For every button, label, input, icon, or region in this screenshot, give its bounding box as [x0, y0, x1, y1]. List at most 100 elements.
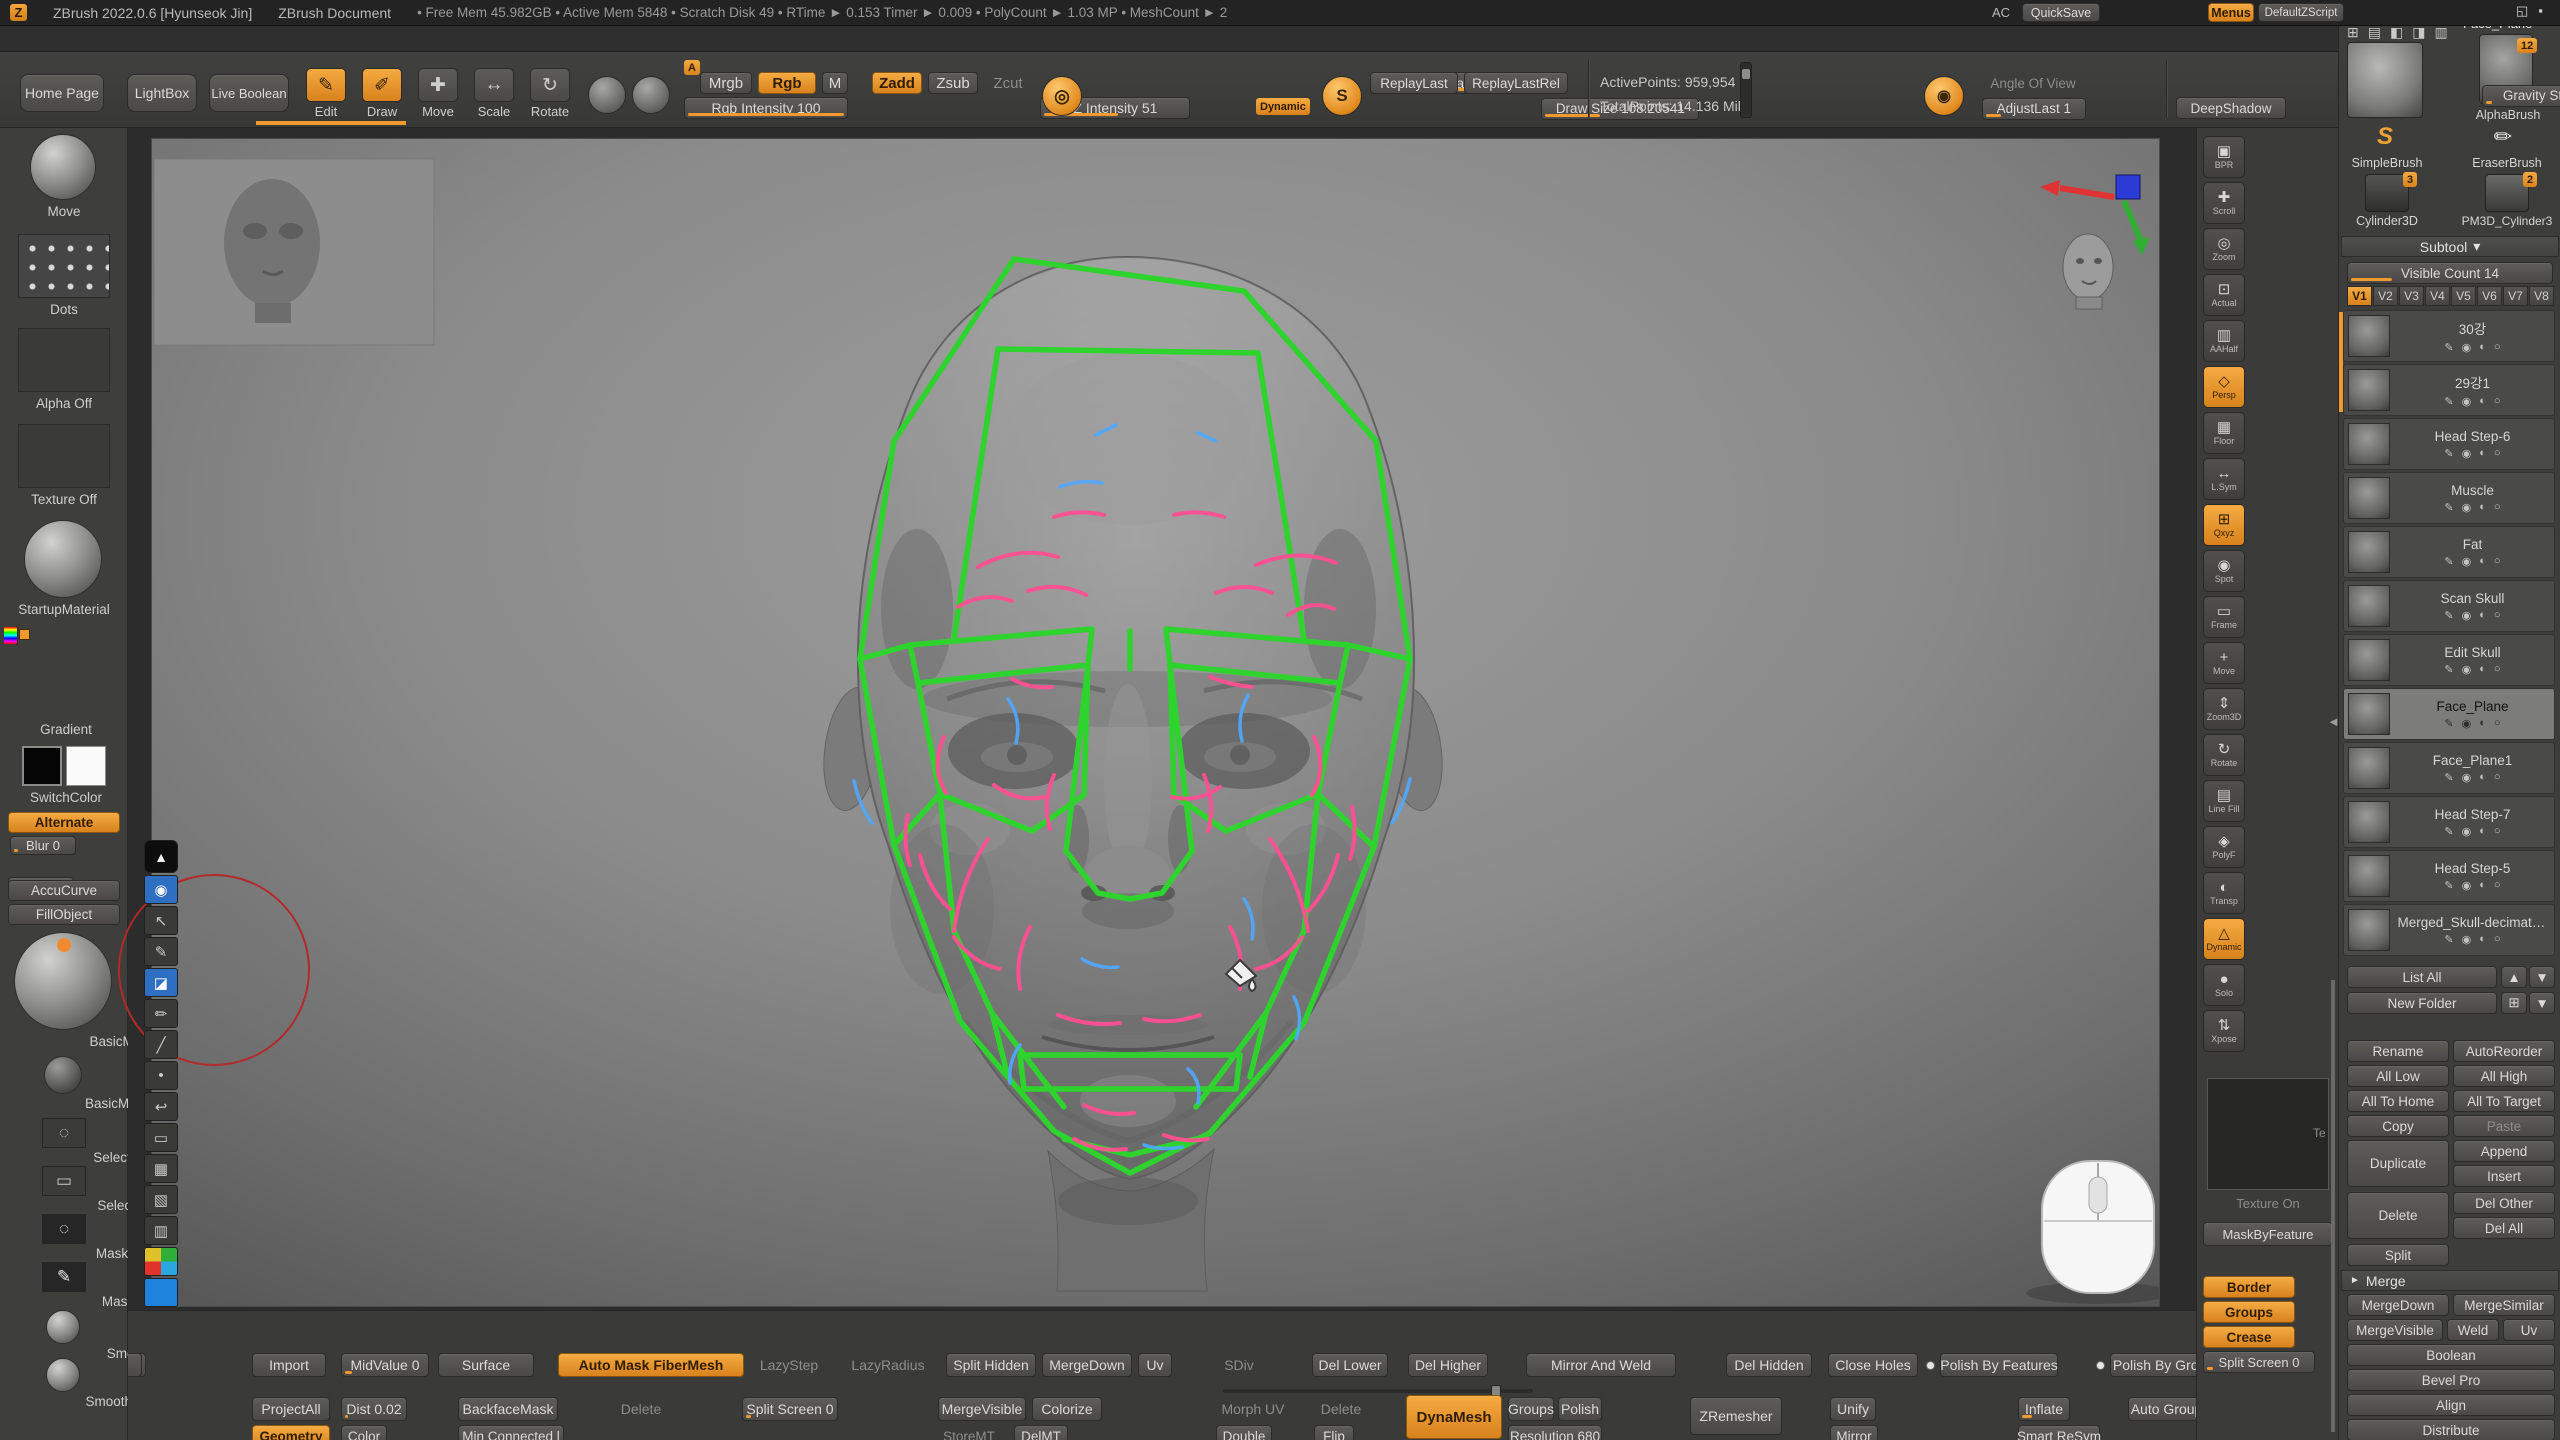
document-canvas[interactable]: [152, 139, 2159, 1306]
subtool-row[interactable]: Edit Skull ✎ ◉ ◐ ○: [2343, 634, 2555, 686]
edit-mode-button[interactable]: ✎ Edit: [306, 68, 346, 119]
pencil-icon[interactable]: ✏: [144, 999, 178, 1028]
visibility-eye-icon[interactable]: ◉: [2462, 933, 2472, 946]
morph-uv-button[interactable]: Morph UV: [1220, 1397, 1286, 1421]
merge-similar-button[interactable]: MergeSimilar: [2453, 1294, 2555, 1316]
mirror-and-weld-button[interactable]: Mirror And Weld: [1526, 1353, 1676, 1377]
dynamesh-groups-button[interactable]: Groups: [1508, 1397, 1554, 1421]
subtool-up-button[interactable]: ▲: [2501, 966, 2527, 988]
new-folder-button[interactable]: New Folder: [2347, 992, 2497, 1014]
subtool-toggle-icon[interactable]: ◐: [2479, 555, 2486, 568]
quicksave-button[interactable]: QuickSave: [2022, 3, 2100, 22]
subtool-toggle-icon[interactable]: ◐: [2479, 447, 2486, 460]
merge-down-dock-button[interactable]: MergeDown: [1042, 1353, 1132, 1377]
all-low-button[interactable]: All Low: [2347, 1065, 2449, 1087]
subtool-ring-icon[interactable]: ○: [2494, 609, 2501, 622]
split-screen-slider[interactable]: Split Screen 0: [2203, 1351, 2315, 1373]
colorize-button[interactable]: Colorize: [1032, 1397, 1102, 1421]
mask-by-feature-button[interactable]: MaskByFeature: [2203, 1222, 2333, 1246]
all-high-button[interactable]: All High: [2453, 1065, 2555, 1087]
aahalf-button[interactable]: ▥AAHalf: [2203, 320, 2245, 362]
geometry-button[interactable]: Geometry: [252, 1425, 330, 1440]
texture-on-label[interactable]: Texture On: [2207, 1196, 2329, 1211]
subtool-row[interactable]: Face_Plane ✎ ◉ ◐ ○: [2343, 688, 2555, 740]
crease-button[interactable]: Crease: [2203, 1326, 2295, 1348]
texture-off-thumbnail[interactable]: [18, 424, 110, 488]
xpose-button[interactable]: ⇅Xpose: [2203, 1010, 2245, 1052]
sdiv-track-slider[interactable]: [1223, 1389, 1533, 1393]
border-button[interactable]: Border: [2203, 1276, 2295, 1298]
backface-mask-button[interactable]: BackfaceMask: [458, 1397, 558, 1421]
actual-button[interactable]: ⊡Actual: [2203, 274, 2245, 316]
floor-button[interactable]: ▦Floor: [2203, 412, 2245, 454]
subtool-row[interactable]: Scan Skull ✎ ◉ ◐ ○: [2343, 580, 2555, 632]
subtool-row[interactable]: Muscle ✎ ◉ ◐ ○: [2343, 472, 2555, 524]
restore-window-icon[interactable]: ◱: [2516, 3, 2528, 19]
stroke-preview-icon[interactable]: [588, 76, 626, 114]
flip-button[interactable]: Flip: [1314, 1425, 1354, 1440]
mirror-button[interactable]: Mirror: [1830, 1425, 1878, 1440]
mrgb-button[interactable]: Mrgb: [700, 72, 752, 94]
move-mode-button[interactable]: ✚ Move: [418, 68, 458, 119]
frame-button[interactable]: ▭Frame: [2203, 596, 2245, 638]
visible-count-slider[interactable]: Visible Count 14: [2347, 262, 2553, 284]
live-boolean-button[interactable]: Live Boolean: [209, 74, 289, 112]
m-button[interactable]: M: [822, 72, 848, 94]
dock-left-panel-icon[interactable]: ◧: [2390, 24, 2403, 41]
groups-button[interactable]: Groups: [2203, 1301, 2295, 1323]
subtool-toggle-icon[interactable]: ◐: [2479, 663, 2486, 676]
polypaint-icon[interactable]: ✎: [2444, 879, 2453, 892]
startup-material-thumbnail[interactable]: [24, 520, 102, 598]
eye-icon[interactable]: ◉: [144, 875, 178, 904]
replay-last-rel-button[interactable]: ReplayLastRel: [1464, 72, 1568, 94]
sdiv-button[interactable]: SDiv: [1216, 1353, 1262, 1377]
mask-lasso-thumbnail[interactable]: ◌: [42, 1214, 86, 1244]
v3-item[interactable]: V3: [2399, 286, 2424, 306]
rotate-mode-button[interactable]: ↻ Rotate: [530, 68, 570, 119]
bpr-button[interactable]: ▣BPR: [2203, 136, 2245, 178]
uv-dock-button[interactable]: Uv: [1138, 1353, 1172, 1377]
accucurve-button[interactable]: AccuCurve: [8, 880, 120, 901]
solo-button[interactable]: ●Solo: [2203, 964, 2245, 1006]
select-rect-thumbnail[interactable]: ▭: [42, 1166, 86, 1196]
polypaint-icon[interactable]: ✎: [2444, 341, 2453, 354]
default-zscript-button[interactable]: DefaultZScript: [2258, 3, 2344, 22]
unify-button[interactable]: Unify: [1830, 1397, 1876, 1421]
ruler-icon[interactable]: ╱: [144, 1030, 178, 1059]
duplicate-button[interactable]: Duplicate: [2347, 1140, 2449, 1187]
midvalue-slider[interactable]: MidValue 0: [341, 1353, 429, 1377]
color-picker[interactable]: [16, 626, 18, 645]
polyframe-button[interactable]: ◈PolyF: [2203, 826, 2245, 868]
subtool-toggle-icon[interactable]: ◐: [2479, 933, 2486, 946]
split-screen-dock-slider[interactable]: Split Screen 0: [742, 1397, 838, 1421]
subtool-row[interactable]: Head Step-7 ✎ ◉ ◐ ○: [2343, 796, 2555, 848]
nav-move-button[interactable]: +Move: [2203, 642, 2245, 684]
subtool-ring-icon[interactable]: ○: [2494, 555, 2501, 568]
home-page-button[interactable]: Home Page: [20, 74, 104, 112]
dock-divider-icon[interactable]: ▥: [2434, 24, 2447, 41]
dynamic-button[interactable]: △Dynamic: [2203, 918, 2245, 960]
transparency-button[interactable]: ◐Transp: [2203, 872, 2245, 914]
alternate-button[interactable]: Alternate: [8, 812, 120, 833]
subtool-ring-icon[interactable]: ○: [2494, 879, 2501, 892]
visibility-eye-icon[interactable]: ◉: [2462, 771, 2472, 784]
distribute-button[interactable]: Distribute: [2347, 1419, 2555, 1440]
bevel-pro-button[interactable]: Bevel Pro: [2347, 1369, 2555, 1391]
uv-button[interactable]: Uv: [2503, 1319, 2555, 1341]
surface-button[interactable]: Surface: [438, 1353, 534, 1377]
subtool-toggle-icon[interactable]: ◐: [2479, 771, 2486, 784]
blue-swatch-icon[interactable]: [144, 1278, 178, 1307]
polypaint-icon[interactable]: ✎: [2444, 771, 2453, 784]
lazystep-button[interactable]: LazyStep: [754, 1353, 824, 1377]
folder-out-icon[interactable]: ▼: [2529, 992, 2555, 1014]
delete-button[interactable]: Delete: [2347, 1192, 2449, 1239]
all-to-target-button[interactable]: All To Target: [2453, 1090, 2555, 1112]
pen-off-icon[interactable]: ✎: [144, 937, 178, 966]
visibility-eye-icon[interactable]: ◉: [2462, 395, 2472, 408]
undo-arrow-icon[interactable]: ↩: [144, 1092, 178, 1121]
polypaint-icon[interactable]: ✎: [2444, 663, 2453, 676]
subtool-toggle-icon[interactable]: ◐: [2479, 717, 2486, 730]
visibility-eye-icon[interactable]: ◉: [2462, 663, 2472, 676]
dock-list-icon[interactable]: ▤: [2368, 24, 2381, 41]
close-window-icon[interactable]: ▪: [2538, 3, 2543, 19]
